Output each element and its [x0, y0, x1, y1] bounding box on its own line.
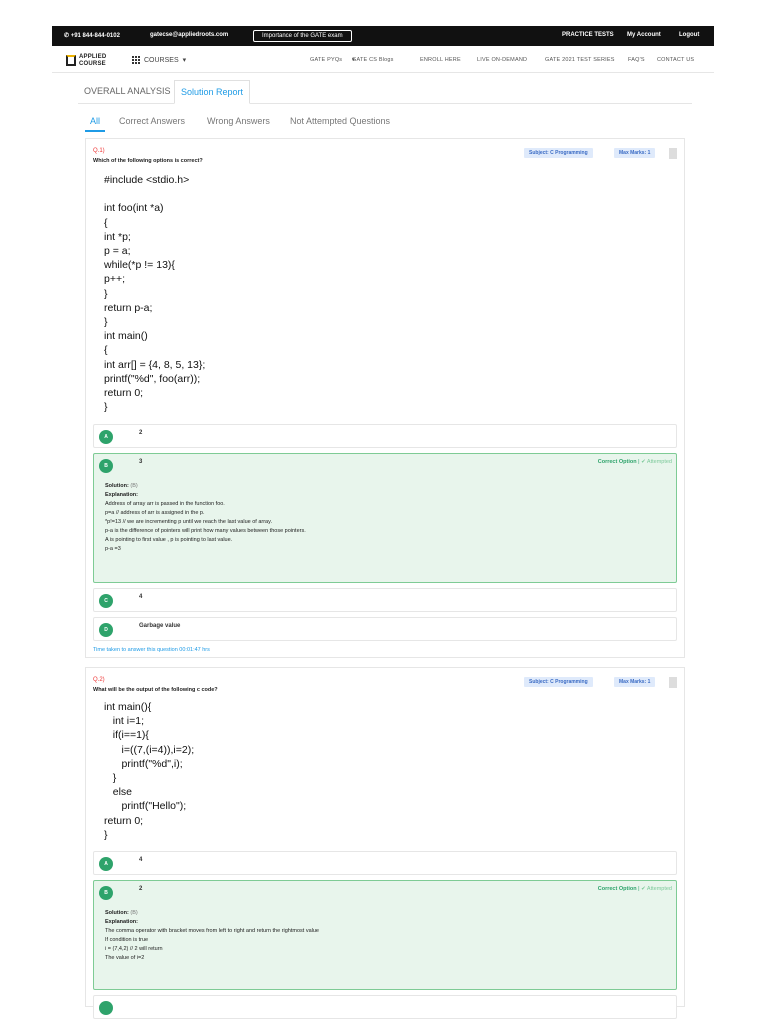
max-marks-badge: Max Marks: 1: [614, 148, 656, 158]
caret-down-icon: ▾: [182, 57, 187, 64]
option-a[interactable]: A 4: [93, 851, 677, 875]
gate-importance-button[interactable]: Importance of the GATE exam: [253, 30, 352, 42]
nav-faqs[interactable]: FAQ'S: [628, 57, 645, 63]
explanation-line: The comma operator with bracket moves fr…: [105, 928, 319, 934]
option-status: Correct Option | ✔ Attempted: [597, 459, 672, 465]
courses-label: COURSES: [144, 56, 179, 64]
question-text: Which of the following options is correc…: [93, 158, 203, 164]
solution-answer: (B): [130, 483, 138, 489]
question-card: Q.1) Which of the following options is c…: [85, 138, 685, 658]
option-text: 4: [139, 594, 143, 600]
practice-tests-link[interactable]: PRACTICE TESTS: [562, 32, 614, 38]
caret-down-icon: ▾: [352, 57, 355, 63]
tab-not-attempted[interactable]: Not Attempted Questions: [285, 112, 395, 132]
tab-correct-answers[interactable]: Correct Answers: [114, 112, 190, 132]
explanation-line: If condition is true: [105, 937, 149, 943]
explanation-line: p-a is the difference of pointers will p…: [105, 528, 306, 534]
logo-mark-icon: [66, 55, 76, 66]
solution-block: Solution: (B) Explanation: Address of ar…: [105, 482, 306, 554]
option-letter: D: [99, 623, 113, 637]
logo-text-line2: COURSE: [79, 61, 106, 67]
attempted-label: Attempted: [646, 886, 672, 892]
nav-gate-2021-test-series[interactable]: GATE 2021 TEST SERIES: [545, 57, 615, 63]
bookmark-icon[interactable]: [669, 148, 677, 159]
explanation-line: *p!=13 // we are incrementing p until we…: [105, 519, 272, 525]
option-letter: C: [99, 594, 113, 608]
report-tabs: OVERALL ANALYSIS Solution Report: [78, 80, 692, 104]
option-b[interactable]: B 3 Correct Option | ✔ Attempted Solutio…: [93, 453, 677, 583]
courses-menu[interactable]: COURSES ▾: [132, 56, 186, 64]
tab-all[interactable]: All: [85, 112, 106, 132]
time-taken: Time taken to answer this question 00:01…: [93, 647, 210, 653]
my-account-link[interactable]: My Account: [627, 32, 661, 38]
nav-gate-pyqs[interactable]: GATE PYQs: [310, 57, 342, 63]
logo-text-line1: APPLIED: [79, 54, 107, 60]
explanation-label: Explanation:: [105, 919, 139, 925]
question-card: Q.2) What will be the output of the foll…: [85, 667, 685, 1019]
applied-course-logo[interactable]: APPLIED COURSE: [66, 54, 110, 68]
tab-solution-report[interactable]: Solution Report: [174, 80, 251, 104]
explanation-line: p-a =3: [105, 546, 121, 552]
option-text: Garbage value: [139, 623, 181, 629]
tab-overall-analysis[interactable]: OVERALL ANALYSIS: [78, 80, 177, 104]
explanation-line: p=a // address of arr is assigned in the…: [105, 510, 205, 516]
subject-badge: Subject: C Programming: [524, 677, 593, 687]
check-circle-icon: ✔: [641, 886, 646, 892]
filter-tabs: All Correct Answers Wrong Answers Not At…: [85, 112, 685, 132]
option-c-partial[interactable]: [93, 995, 677, 1019]
main-navbar: APPLIED COURSE COURSES ▾ GATE PYQs GATE …: [52, 47, 714, 73]
max-marks-badge: Max Marks: 1: [614, 677, 656, 687]
option-letter: A: [99, 857, 113, 871]
option-d[interactable]: D Garbage value: [93, 617, 677, 641]
question-code: int main(){ int i=1; if(i==1){ i=((7,(i=…: [104, 701, 195, 841]
bookmark-icon[interactable]: [669, 677, 677, 688]
question-text: What will be the output of the following…: [93, 687, 218, 693]
email-link[interactable]: gatecse@appliedroots.com: [150, 32, 228, 38]
correct-option-label: Correct Option: [597, 459, 637, 465]
solution-block: Solution: (B) Explanation: The comma ope…: [105, 909, 319, 963]
phone-text: +91 844-844-0102: [70, 33, 120, 39]
option-text: 3: [139, 459, 143, 465]
explanation-line: i = (7,4,2) // 2 will return: [105, 946, 163, 952]
logout-link[interactable]: Logout: [679, 32, 699, 38]
option-a[interactable]: A 2: [93, 424, 677, 448]
nav-live-on-demand[interactable]: LIVE ON-DEMAND: [477, 57, 527, 63]
option-text: 4: [139, 857, 143, 863]
correct-option-label: Correct Option: [597, 886, 637, 892]
explanation-line: A is pointing to first value , p is poin…: [105, 537, 233, 543]
explanation-line: Address of array arr is passed in the fu…: [105, 501, 225, 507]
solution-answer: (B): [130, 910, 138, 916]
grid-icon: [132, 56, 140, 64]
check-circle-icon: ✔: [641, 459, 646, 465]
phone-number[interactable]: ✆ +91 844-844-0102: [64, 32, 120, 39]
option-status: Correct Option | ✔ Attempted: [597, 886, 672, 892]
option-b[interactable]: B 2 Correct Option | ✔ Attempted Solutio…: [93, 880, 677, 990]
attempted-label: Attempted: [646, 459, 672, 465]
tab-wrong-answers[interactable]: Wrong Answers: [202, 112, 275, 132]
option-text: 2: [139, 886, 143, 892]
top-bar: ✆ +91 844-844-0102 gatecse@appliedroots.…: [52, 26, 714, 46]
solution-label: Solution:: [105, 910, 129, 916]
question-number: Q.2): [93, 677, 105, 683]
nav-contact-us[interactable]: CONTACT US: [657, 57, 694, 63]
option-c[interactable]: C 4: [93, 588, 677, 612]
explanation-label: Explanation:: [105, 492, 139, 498]
nav-gate-cs-blogs-label: GATE CS Blogs: [352, 57, 394, 63]
solution-label: Solution:: [105, 483, 129, 489]
option-letter: B: [99, 886, 113, 900]
option-letter: B: [99, 459, 113, 473]
option-text: 2: [139, 430, 143, 436]
option-letter: A: [99, 430, 113, 444]
subject-badge: Subject: C Programming: [524, 148, 593, 158]
question-number: Q.1): [93, 148, 105, 154]
option-letter: [99, 1001, 113, 1015]
explanation-line: The value of i=2: [105, 955, 145, 961]
question-code: #include <stdio.h> int foo(int *a) { int…: [104, 174, 206, 414]
nav-enroll-here[interactable]: ENROLL HERE: [420, 57, 461, 63]
